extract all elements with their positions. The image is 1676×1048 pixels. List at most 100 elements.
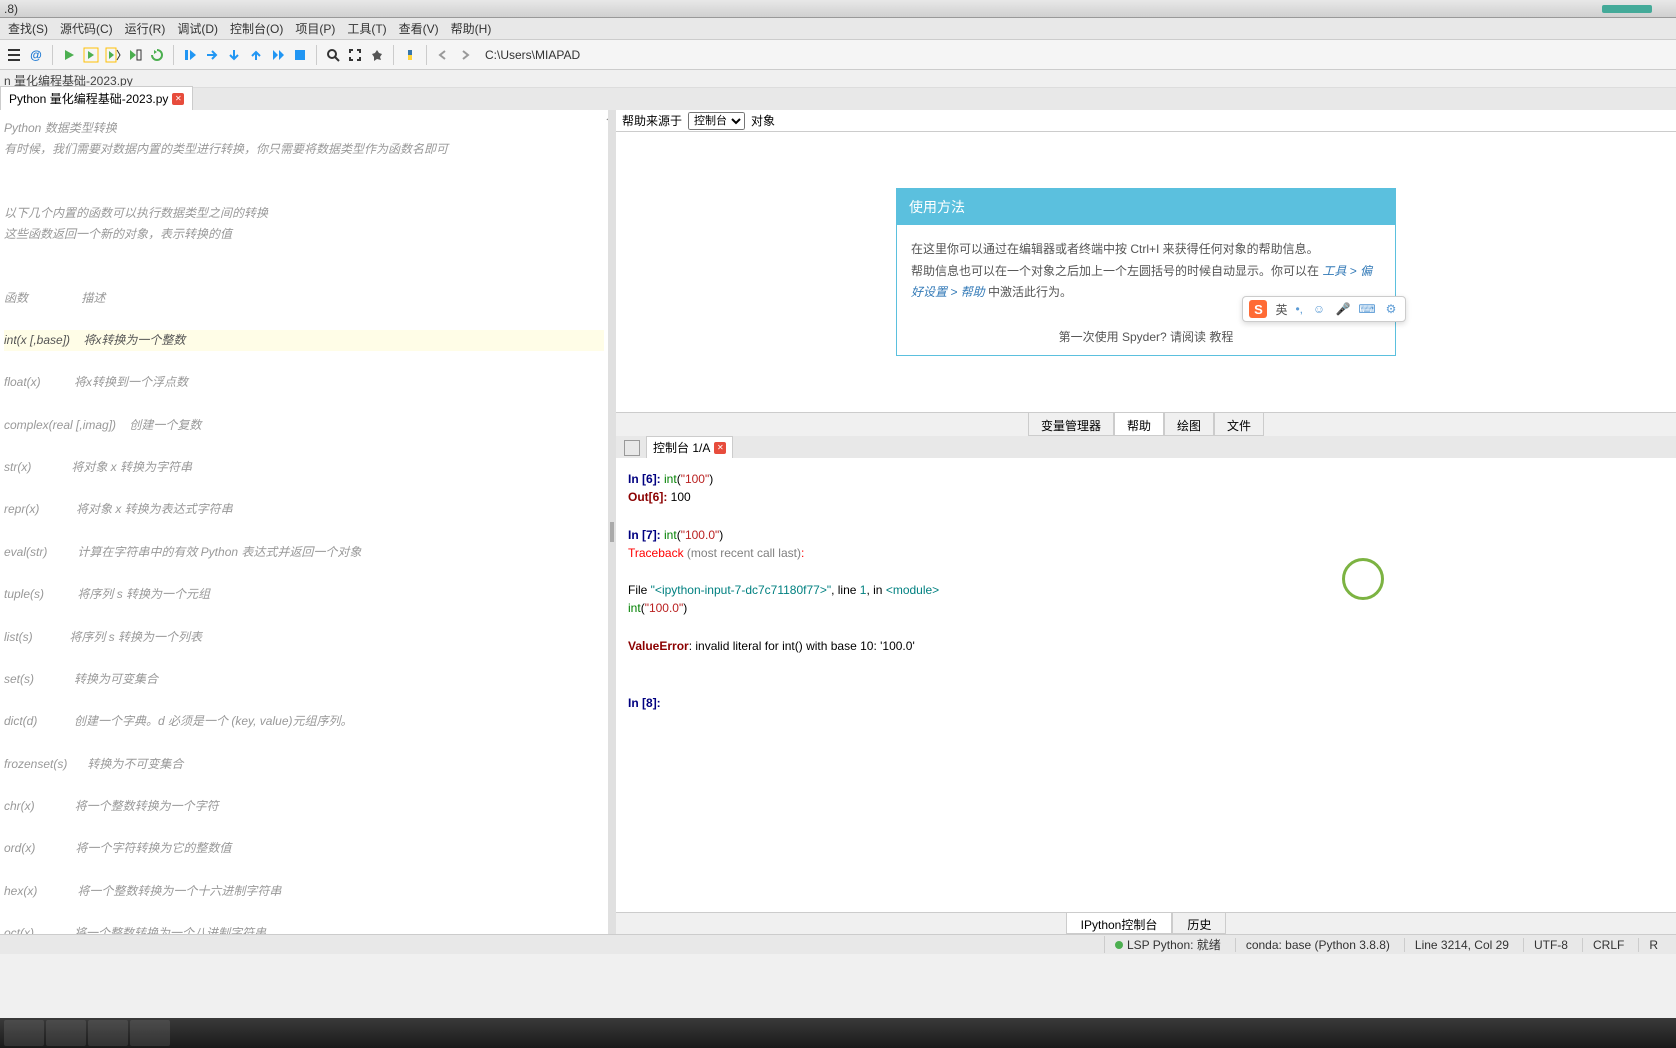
sogou-icon[interactable]: S	[1249, 300, 1267, 318]
editor-line: 以下几个内置的函数可以执行数据类型之间的转换	[4, 203, 604, 224]
menu-console[interactable]: 控制台(O)	[224, 18, 289, 39]
status-eol: CRLF	[1582, 938, 1634, 952]
run-icon[interactable]	[59, 45, 79, 65]
title-progress	[1602, 5, 1652, 13]
menu-run[interactable]: 运行(R)	[119, 18, 172, 39]
help-link-tutorial[interactable]: 教程	[1209, 330, 1233, 344]
ipython-console[interactable]: In [6]: int("100") Out[6]: 100 In [7]: i…	[616, 458, 1676, 912]
debug-stepout-icon[interactable]	[246, 45, 266, 65]
menu-debug[interactable]: 调试(D)	[171, 18, 224, 39]
status-conda[interactable]: conda: base (Python 3.8.8)	[1235, 938, 1400, 952]
editor-line	[4, 860, 604, 881]
editor-line: set(s) 转换为可变集合	[4, 669, 604, 690]
menu-tools[interactable]: 工具(T)	[341, 18, 392, 39]
ime-face-icon[interactable]: ☺	[1311, 301, 1327, 317]
help-header: 帮助来源于 控制台 对象	[616, 110, 1676, 132]
python-path-icon[interactable]	[400, 45, 420, 65]
ime-settings-icon[interactable]: ⚙	[1383, 301, 1399, 317]
editor-line: repr(x) 将对象 x 转换为表达式字符串	[4, 499, 604, 520]
editor-line	[4, 521, 604, 542]
status-rw: R	[1638, 938, 1668, 952]
editor-line: oct(x) 将一个整数转换为一个八进制字符串	[4, 923, 604, 934]
help-footer: 第一次使用 Spyder? 请阅读 教程	[897, 318, 1395, 355]
editor-line	[4, 775, 604, 796]
debug-step-icon[interactable]	[202, 45, 222, 65]
editor-line	[4, 160, 604, 181]
editor-line	[4, 182, 604, 203]
editor-line: float(x) 将x转换到一个浮点数	[4, 372, 604, 393]
debug-stepin-icon[interactable]	[224, 45, 244, 65]
breadcrumb: n 量化编程基础-2023.py	[0, 70, 1676, 88]
debug-stop-icon[interactable]	[290, 45, 310, 65]
tab-variables[interactable]: 变量管理器	[1028, 413, 1114, 436]
menu-source[interactable]: 源代码(C)	[54, 18, 119, 39]
help-object-label: 对象	[751, 112, 775, 129]
rerun-icon[interactable]	[147, 45, 167, 65]
taskbar-item[interactable]	[4, 1020, 44, 1046]
editor-line: frozenset(s) 转换为不可变集合	[4, 754, 604, 775]
menu-view[interactable]: 查看(V)	[393, 18, 445, 39]
toolbar-list-icon[interactable]	[4, 45, 24, 65]
tab-plots[interactable]: 绘图	[1164, 413, 1214, 436]
title-version: .8)	[4, 2, 18, 16]
menubar: 查找(S) 源代码(C) 运行(R) 调试(D) 控制台(O) 项目(P) 工具…	[0, 18, 1676, 40]
editor-line: list(s) 将序列 s 转换为一个列表	[4, 627, 604, 648]
working-dir-path: C:\Users\MIAPAD	[485, 48, 580, 62]
ime-toolbar[interactable]: S 英 •, ☺ 🎤 ⌨ ⚙	[1242, 296, 1406, 322]
debug-continue-icon[interactable]	[268, 45, 288, 65]
menu-find[interactable]: 查找(S)	[2, 18, 54, 39]
run-selection-icon[interactable]	[125, 45, 145, 65]
close-icon[interactable]: ✕	[714, 442, 726, 454]
editor-tab[interactable]: Python 量化编程基础-2023.py ✕	[0, 86, 193, 110]
forward-icon[interactable]	[455, 45, 475, 65]
taskbar-item[interactable]	[130, 1020, 170, 1046]
settings-icon[interactable]	[367, 45, 387, 65]
run-cell-icon[interactable]	[81, 45, 101, 65]
editor-line: ord(x) 将一个字符转换为它的整数值	[4, 838, 604, 859]
help-card-title: 使用方法	[897, 189, 1395, 225]
windows-taskbar[interactable]	[0, 1018, 1676, 1048]
menu-help[interactable]: 帮助(H)	[445, 18, 498, 39]
fullscreen-icon[interactable]	[345, 45, 365, 65]
tab-files[interactable]: 文件	[1214, 413, 1264, 436]
splitter[interactable]	[608, 110, 616, 934]
right-pane-tabs: 变量管理器 帮助 绘图 文件	[616, 412, 1676, 436]
editor-line	[4, 309, 604, 330]
console-tab-label: 控制台 1/A	[653, 439, 710, 456]
editor-line	[4, 690, 604, 711]
taskbar-item[interactable]	[46, 1020, 86, 1046]
tab-history[interactable]: 历史	[1172, 913, 1226, 934]
ime-lang[interactable]: 英	[1275, 301, 1287, 318]
toolbar: @ C:\Users\MIAPAD	[0, 40, 1676, 70]
editor-line: tuple(s) 将序列 s 转换为一个元组	[4, 584, 604, 605]
toolbar-at-icon[interactable]: @	[26, 45, 46, 65]
help-source-select[interactable]: 控制台	[688, 112, 745, 130]
tab-help[interactable]: 帮助	[1114, 413, 1164, 436]
ime-keyboard-icon[interactable]: ⌨	[1359, 301, 1375, 317]
editor-line: complex(real [,imag]) 创建一个复数	[4, 415, 604, 436]
ime-mic-icon[interactable]: 🎤	[1335, 301, 1351, 317]
editor-pane[interactable]: ◀ Python 数据类型转换有时候，我们需要对数据内置的类型进行转换，你只需要…	[0, 110, 608, 934]
help-body: 使用方法 在这里你可以通过在编辑器或者终端中按 Ctrl+I 来获得任何对象的帮…	[616, 132, 1676, 412]
console-prompt[interactable]: In [8]:	[628, 694, 1664, 712]
console-menu-icon[interactable]	[624, 440, 640, 456]
editor-line: hex(x) 将一个整数转换为一个十六进制字符串	[4, 881, 604, 902]
menu-project[interactable]: 项目(P)	[289, 18, 341, 39]
editor-line	[4, 478, 604, 499]
console-error: ValueError: invalid literal for int() wi…	[628, 637, 1664, 655]
close-icon[interactable]: ✕	[172, 93, 184, 105]
console-err-code: int("100.0")	[628, 599, 1664, 617]
console-tab[interactable]: 控制台 1/A ✕	[646, 436, 733, 458]
run-cell-advance-icon[interactable]	[103, 45, 123, 65]
console-line: Out[6]: 100	[628, 488, 1664, 506]
console-file-line: File "<ipython-input-7-dc7c71180f77>", l…	[628, 581, 1664, 599]
search-icon[interactable]	[323, 45, 343, 65]
console-bottom-tabs: IPython控制台 历史	[616, 912, 1676, 934]
editor-line	[4, 351, 604, 372]
taskbar-item[interactable]	[88, 1020, 128, 1046]
tab-ipython[interactable]: IPython控制台	[1066, 913, 1173, 934]
editor-line	[4, 393, 604, 414]
back-icon[interactable]	[433, 45, 453, 65]
ime-punct-icon[interactable]: •,	[1295, 302, 1303, 316]
debug-start-icon[interactable]	[180, 45, 200, 65]
